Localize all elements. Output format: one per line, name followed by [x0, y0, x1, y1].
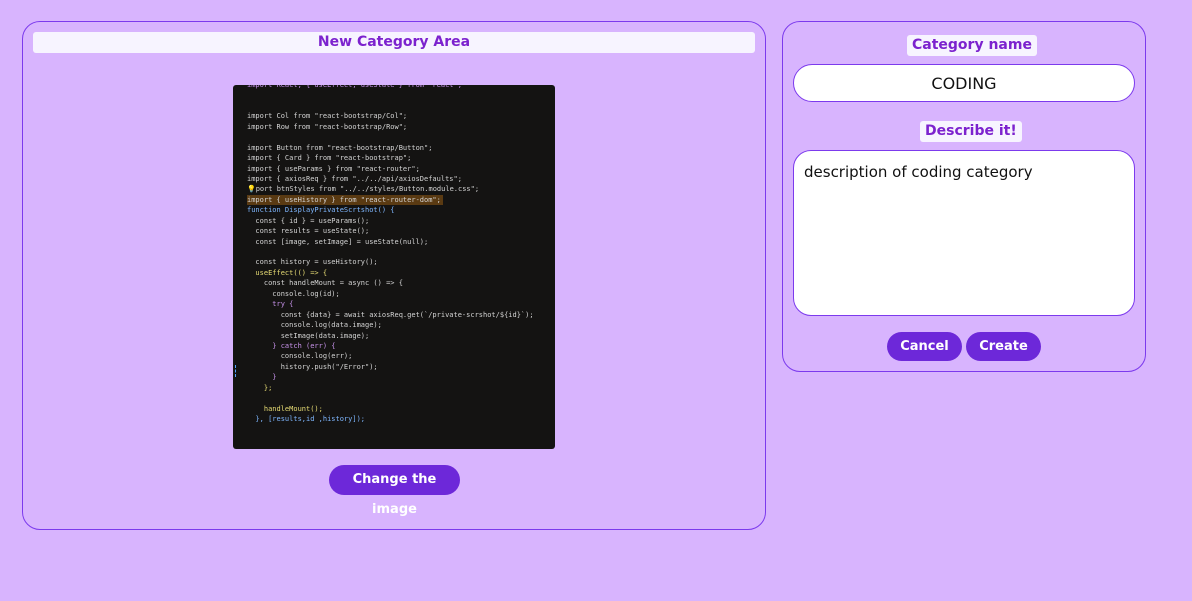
code-line: const {data} = await axiosReq.get(`/priv… — [247, 310, 534, 319]
code-line: import Row from "react-bootstrap/Row"; — [247, 122, 408, 131]
category-name-label: Category name — [907, 35, 1037, 56]
code-line: const history = useHistory(); — [247, 258, 378, 267]
code-line: }; — [247, 383, 273, 392]
describe-label: Describe it! — [920, 121, 1022, 142]
category-image: import React, { useEffect, useState } fr… — [233, 85, 555, 449]
code-line: import { axiosReq } from "../../api/axio… — [247, 174, 462, 183]
code-line: history.push("/Error"); — [247, 362, 378, 371]
description-textarea[interactable]: description of coding category — [793, 150, 1135, 316]
code-line: }, [results,id ,history]); — [247, 415, 366, 423]
code-line: import { useParams } from "react-router"… — [247, 164, 420, 173]
code-line: import Button from "react-bootstrap/Butt… — [247, 143, 433, 152]
code-line: const results = useState(); — [247, 227, 370, 236]
create-button[interactable]: Create — [966, 332, 1041, 361]
area-title: New Category Area — [33, 32, 755, 53]
code-line: const [image, setImage] = useState(null)… — [247, 237, 429, 246]
code-line: import { useHistory } from "react-router… — [247, 194, 443, 206]
code-line: console.log(id); — [247, 289, 340, 298]
category-form: Category name Describe it! description o… — [782, 21, 1146, 372]
new-category-area: New Category Area import React, { useEff… — [22, 21, 766, 530]
change-image-button[interactable]: Change the image — [329, 465, 460, 517]
code-line: const { id } = useParams(); — [247, 216, 370, 225]
code-line: try { — [247, 300, 294, 309]
code-line: handleMount(); — [247, 404, 323, 413]
code-line: function DisplayPrivateScrtshot() { — [247, 206, 395, 215]
code-line: import Col from "react-bootstrap/Col"; — [247, 112, 408, 121]
code-line: } catch (err) { — [247, 341, 336, 350]
code-line: import React, { useEffect, useState } fr… — [247, 85, 462, 89]
code-line: useEffect(() => { — [247, 268, 328, 277]
code-line: 💡port btnStyles from "../../styles/Butto… — [247, 185, 480, 194]
code-line: setImage(data.image); — [247, 331, 370, 340]
code-line: import { Card } from "react-bootstrap"; — [247, 154, 412, 163]
code-line: } — [247, 373, 277, 382]
cancel-button[interactable]: Cancel — [887, 332, 962, 361]
code-line: console.log(data.image); — [247, 321, 382, 330]
code-line: console.log(err); — [247, 352, 353, 361]
gutter-marker — [235, 365, 237, 377]
code-line: const handleMount = async () => { — [247, 279, 403, 288]
category-name-input[interactable] — [793, 64, 1135, 102]
